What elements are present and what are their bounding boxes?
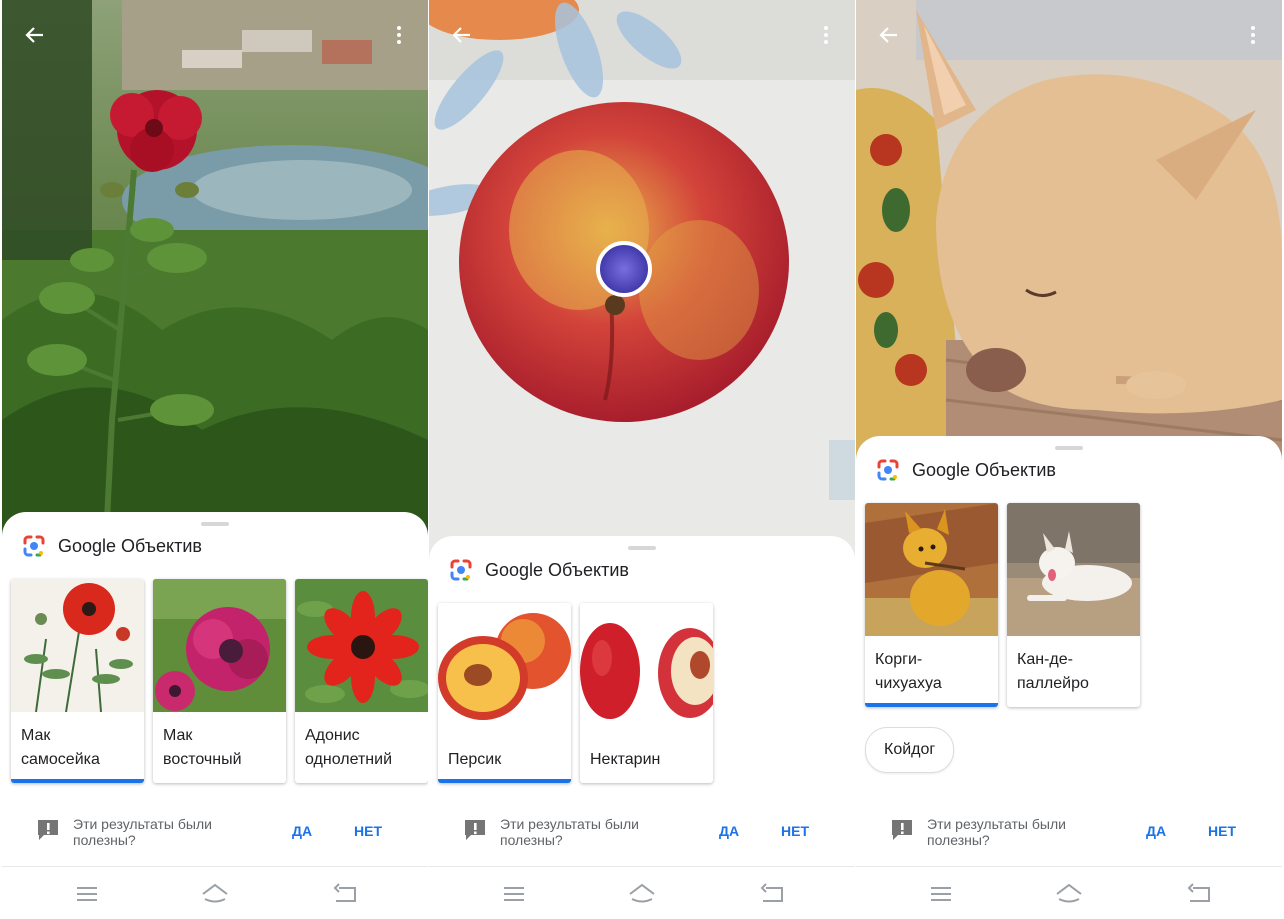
result-card-corgi-chihuahua[interactable]: Корги- чихуахуа	[865, 503, 998, 707]
result-label: Адонис однолетний	[305, 727, 393, 768]
result-card-nektarin[interactable]: Нектарин	[580, 603, 713, 783]
results-carousel: Мак самосейка Мак восточный Адонис однол…	[11, 579, 428, 783]
result-thumbnail	[438, 603, 571, 736]
photo-peach	[429, 0, 855, 560]
photo-dog	[856, 0, 1282, 460]
back-nav-icon[interactable]	[1184, 879, 1214, 909]
back-nav-icon[interactable]	[330, 879, 360, 909]
lens-screen-dog: Google Объектив Корги- чихуахуа Кан-де- …	[856, 0, 1282, 919]
more-vertical-icon	[397, 26, 401, 44]
home-icon[interactable]	[627, 879, 657, 909]
system-nav-bar	[2, 866, 428, 919]
more-options-button[interactable]	[811, 20, 841, 50]
feedback-no-button[interactable]: НЕТ	[1208, 823, 1236, 839]
photo-flower	[2, 0, 428, 540]
sheet-drag-handle[interactable]	[201, 522, 229, 526]
feedback-yes-button[interactable]: ДА	[719, 823, 739, 839]
menu-lines-icon[interactable]	[926, 879, 956, 909]
lens-header: Google Объектив	[449, 558, 629, 582]
more-options-button[interactable]	[384, 20, 414, 50]
arrow-left-icon	[879, 27, 897, 43]
result-label: Мак самосейка	[21, 727, 100, 768]
results-carousel: Корги- чихуахуа Кан-де- паллейро	[865, 503, 1140, 707]
result-thumbnail	[153, 579, 286, 712]
result-card-adonis-odnoletny[interactable]: Адонис однолетний	[295, 579, 428, 783]
google-lens-icon	[450, 559, 472, 581]
feedback-row: Эти результаты были полезны? ДА НЕТ	[890, 816, 1270, 852]
result-label: Корги- чихуахуа	[875, 651, 942, 692]
result-card-mak-samoseika[interactable]: Мак самосейка	[11, 579, 144, 783]
result-card-kan-de-palleiro[interactable]: Кан-де- паллейро	[1007, 503, 1140, 707]
feedback-question: Эти результаты были полезны?	[927, 816, 1066, 848]
result-label: Персик	[448, 751, 502, 768]
back-button[interactable]	[874, 20, 904, 50]
result-thumbnail	[580, 603, 713, 736]
home-icon[interactable]	[200, 879, 230, 909]
feedback-yes-button[interactable]: ДА	[292, 823, 312, 839]
system-nav-bar	[429, 866, 855, 919]
home-icon[interactable]	[1054, 879, 1084, 909]
google-lens-icon	[877, 459, 899, 481]
feedback-exclamation-icon	[465, 820, 485, 840]
sheet-drag-handle[interactable]	[1055, 446, 1083, 450]
more-vertical-icon	[1251, 26, 1255, 44]
menu-lines-icon[interactable]	[72, 879, 102, 909]
feedback-row: Эти результаты были полезны? ДА НЕТ	[463, 816, 843, 852]
feedback-no-button[interactable]: НЕТ	[781, 823, 809, 839]
back-button[interactable]	[447, 20, 477, 50]
feedback-yes-button[interactable]: ДА	[1146, 823, 1166, 839]
arrow-left-icon	[452, 27, 470, 43]
lens-title: Google Объектив	[912, 459, 1056, 480]
lens-header: Google Объектив	[22, 534, 202, 558]
result-label: Кан-де- паллейро	[1017, 651, 1089, 692]
suggestion-chip-koidog[interactable]: Койдог	[865, 727, 955, 773]
lens-title: Google Объектив	[485, 559, 629, 580]
result-thumbnail	[1007, 503, 1140, 636]
lens-screen-flower: Google Объектив Мак самосейка Мак восточ…	[2, 0, 428, 919]
sheet-drag-handle[interactable]	[628, 546, 656, 550]
feedback-exclamation-icon	[892, 820, 912, 840]
feedback-question: Эти результаты были полезны?	[73, 816, 212, 848]
feedback-question: Эти результаты были полезны?	[500, 816, 639, 848]
result-thumbnail	[11, 579, 144, 712]
result-thumbnail	[865, 503, 998, 636]
lens-header: Google Объектив	[876, 458, 1056, 482]
back-nav-icon[interactable]	[757, 879, 787, 909]
result-thumbnail	[295, 579, 428, 712]
feedback-row: Эти результаты были полезны? ДА НЕТ	[36, 816, 416, 852]
result-card-persik[interactable]: Персик	[438, 603, 571, 783]
results-sheet: Google Объектив Мак самосейка Мак восточ…	[2, 512, 428, 866]
more-options-button[interactable]	[1238, 20, 1268, 50]
feedback-no-button[interactable]: НЕТ	[354, 823, 382, 839]
arrow-left-icon	[25, 27, 43, 43]
lens-title: Google Объектив	[58, 535, 202, 556]
more-vertical-icon	[824, 26, 828, 44]
back-button[interactable]	[20, 20, 50, 50]
google-lens-icon	[23, 535, 45, 557]
result-label: Мак восточный	[163, 727, 242, 768]
menu-lines-icon[interactable]	[499, 879, 529, 909]
feedback-exclamation-icon	[38, 820, 58, 840]
lens-screen-peach: Google Объектив Персик Нектарин Эти резу…	[429, 0, 855, 919]
results-sheet: Google Объектив Корги- чихуахуа Кан-де- …	[856, 436, 1282, 866]
system-nav-bar	[856, 866, 1282, 919]
result-card-mak-vostochny[interactable]: Мак восточный	[153, 579, 286, 783]
results-carousel: Персик Нектарин	[438, 603, 713, 783]
result-label: Нектарин	[590, 751, 661, 768]
